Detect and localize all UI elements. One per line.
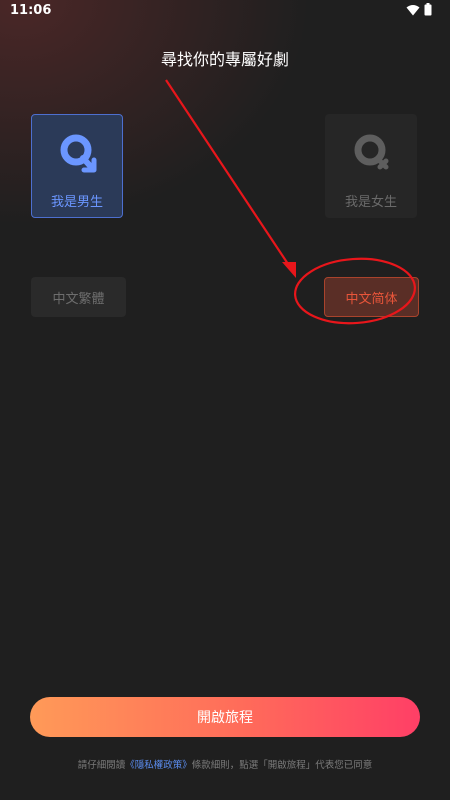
wifi-icon bbox=[406, 4, 420, 15]
annotation-arrow-head bbox=[282, 262, 296, 278]
language-traditional-button[interactable]: 中文繁體 bbox=[31, 277, 126, 317]
status-bar: 11:06 bbox=[0, 0, 450, 22]
terms-suffix: 條款細則，點選「開啟旅程」代表您已同意 bbox=[191, 760, 373, 771]
terms-text: 請仔細閱讀《隱私權政策》條款細則，點選「開啟旅程」代表您已同意 bbox=[0, 757, 450, 771]
male-gender-icon bbox=[60, 134, 97, 173]
annotation-arrow-line bbox=[165, 79, 293, 271]
status-time: 11:06 bbox=[10, 3, 52, 18]
gender-male-label: 我是男生 bbox=[50, 195, 103, 210]
gender-female-label: 我是女生 bbox=[344, 195, 397, 210]
gender-female-card[interactable]: 我是女生 bbox=[325, 114, 417, 218]
terms-prefix: 請仔細閱讀 bbox=[77, 760, 126, 771]
status-icons bbox=[406, 3, 432, 16]
page-title: 尋找你的專屬好劇 bbox=[160, 50, 289, 69]
privacy-policy-link[interactable]: 《隱私權政策》 bbox=[125, 760, 192, 771]
female-gender-icon bbox=[354, 134, 389, 170]
battery-icon bbox=[424, 3, 432, 16]
start-journey-button[interactable]: 開啟旅程 bbox=[30, 697, 420, 737]
language-simplified-button[interactable]: 中文简体 bbox=[324, 277, 419, 317]
gender-male-card[interactable]: 我是男生 bbox=[31, 114, 123, 218]
